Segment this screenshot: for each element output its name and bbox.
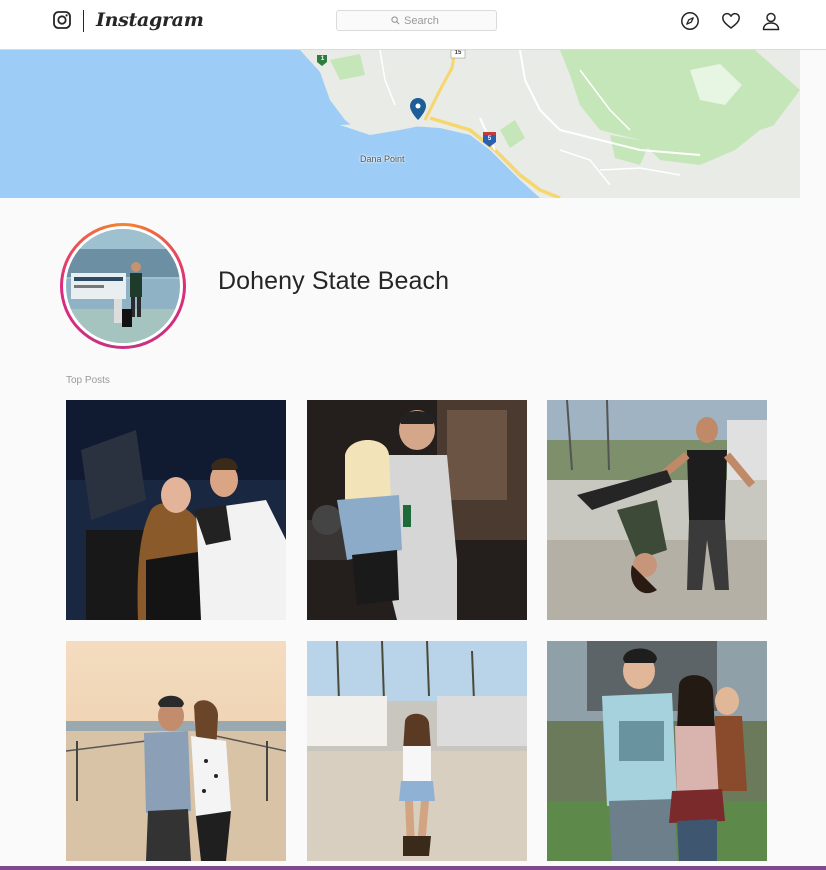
location-avatar[interactable]: [60, 223, 186, 349]
photo-woman-beach-festival-icon: [307, 641, 527, 861]
heart-icon[interactable]: [721, 11, 741, 31]
logo-divider: [83, 10, 84, 32]
search-box[interactable]: [336, 10, 497, 31]
map-city-label: Dana Point: [360, 154, 405, 164]
explore-icon[interactable]: [680, 11, 700, 31]
photo-couple-bar-night-icon: [307, 400, 527, 620]
photo-couple-beach-sunset-icon: [66, 641, 286, 861]
top-navigation-bar: Instagram: [0, 0, 826, 50]
post-1[interactable]: [66, 400, 286, 620]
location-title: Doheny State Beach: [218, 267, 450, 295]
route-15-shield: 15: [454, 50, 462, 56]
search-input[interactable]: [404, 14, 442, 27]
post-5[interactable]: [307, 641, 527, 861]
profile-icon[interactable]: [761, 11, 781, 31]
post-4[interactable]: [66, 641, 286, 861]
photo-couple-park-festival-icon: [547, 641, 767, 861]
location-map[interactable]: Dana Point 1 15 5: [0, 50, 826, 198]
instagram-wordmark[interactable]: Instagram: [96, 9, 204, 31]
bottom-edge-bar: [0, 866, 826, 870]
post-3[interactable]: [547, 400, 767, 620]
instagram-camera-icon[interactable]: [53, 11, 71, 29]
avatar-photo-icon: [66, 229, 180, 343]
top-posts-heading: Top Posts: [66, 375, 110, 386]
route-1-shield: 1: [320, 56, 325, 62]
post-6[interactable]: [547, 641, 767, 861]
route-5-shield: 5: [487, 136, 492, 142]
photo-dance-outdoor-festival-icon: [547, 400, 767, 620]
photo-couple-concert-night-icon: [66, 400, 286, 620]
post-2[interactable]: [307, 400, 527, 620]
search-icon: [391, 16, 400, 25]
